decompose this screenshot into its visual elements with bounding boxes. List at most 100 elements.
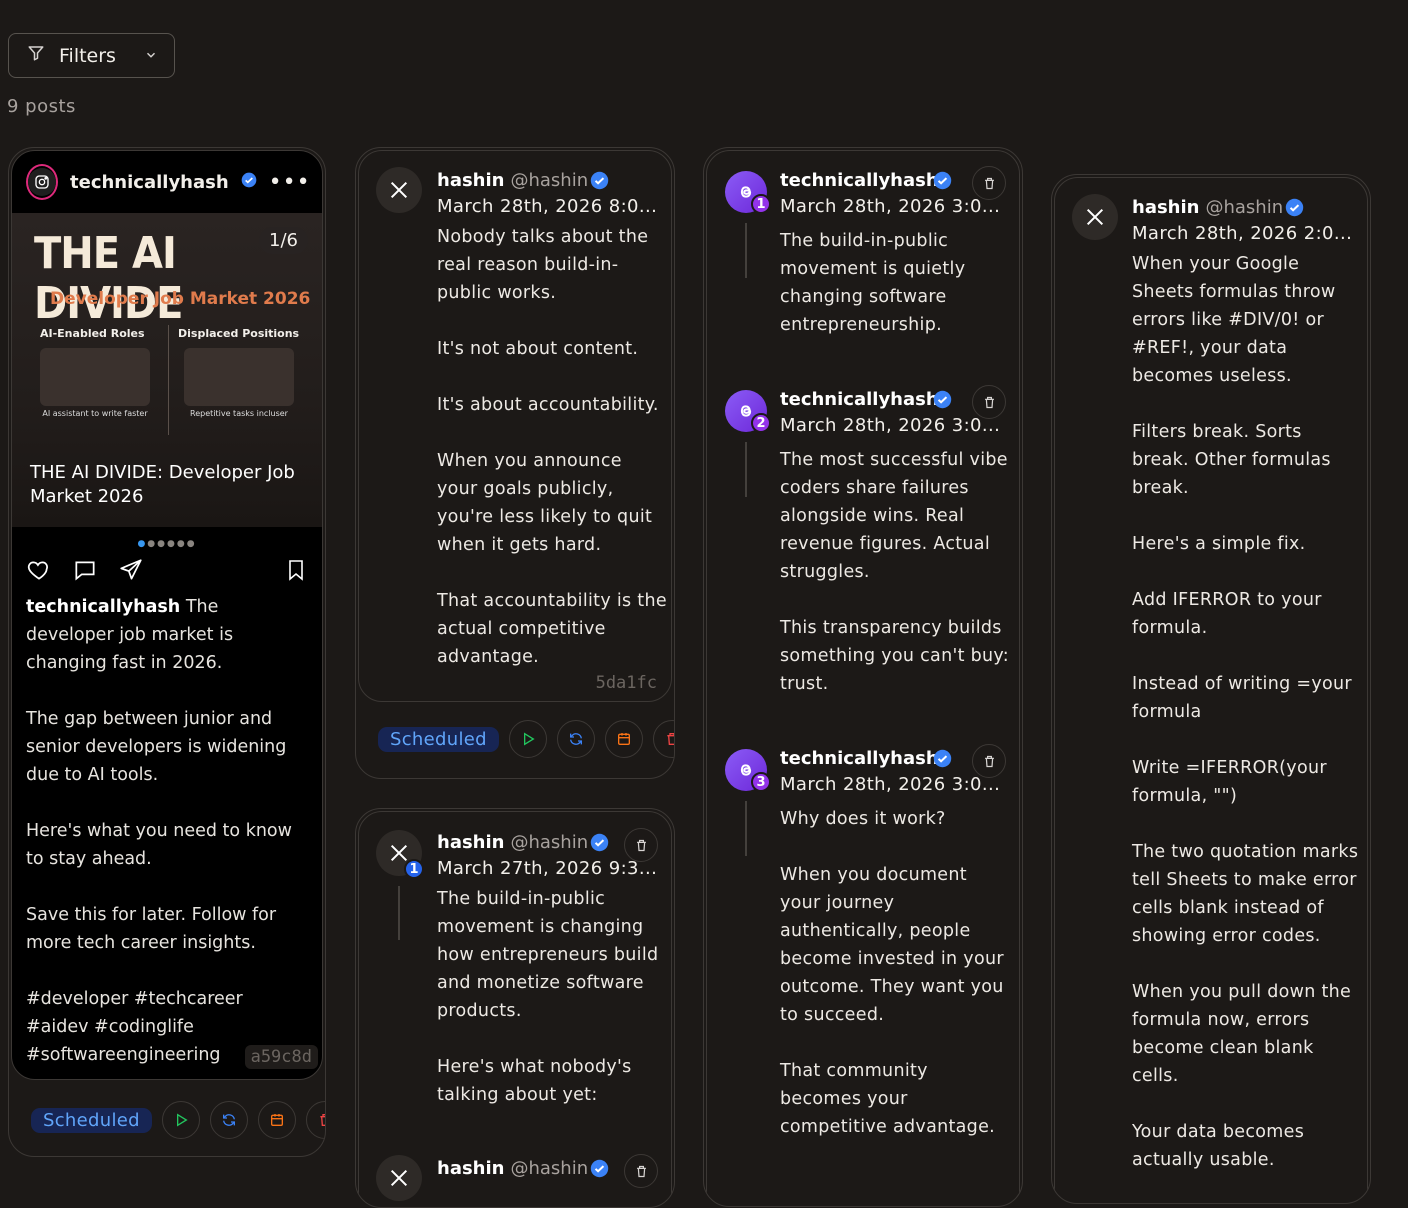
schedule-button[interactable]	[257, 1101, 296, 1139]
post-actions	[26, 556, 308, 588]
author-name: hashin @hashin	[437, 832, 588, 853]
post-id: a59c8d	[244, 1045, 318, 1069]
verified-icon	[1285, 198, 1304, 221]
verified-icon	[241, 172, 257, 192]
calendar-icon	[270, 1114, 283, 1126]
carousel-dots[interactable]: ●●●●●●	[12, 539, 322, 549]
author-name: technicallyhash	[780, 170, 939, 191]
x-preview: hashin @hashin March 28th, 2026 8:0... No…	[358, 150, 672, 702]
image-caption: Repetitive tasks incluser	[190, 409, 288, 418]
author-handle: @hashin	[510, 1158, 589, 1179]
x-logo-icon	[376, 1155, 422, 1201]
x-post-card[interactable]: hashin @hashin March 28th, 2026 8:0... No…	[355, 147, 675, 779]
author-name-text: hashin	[437, 1158, 505, 1179]
x-post-card[interactable]: hashin @hashin March 28th, 2026 2:0... Wh…	[1051, 174, 1371, 1204]
post-image[interactable]: THE AI DIVIDE Developer Job Market 2026 …	[12, 213, 322, 527]
chevron-down-icon	[144, 45, 158, 67]
publish-button[interactable]	[161, 1101, 200, 1139]
status-badge: Scheduled	[31, 1107, 152, 1133]
author-name: technicallyhash	[780, 389, 939, 410]
thread-number-badge: 3	[751, 772, 771, 792]
refresh-icon	[569, 733, 582, 745]
verified-icon	[590, 1159, 609, 1182]
delete-thread-item-button[interactable]	[624, 1154, 658, 1188]
threads-preview: 1 technicallyhash March 28th, 2026 3:0..…	[706, 150, 1020, 1206]
thread-line	[745, 801, 747, 856]
post-body: The build-in-public movement is changing…	[437, 889, 659, 1105]
verified-icon	[933, 749, 952, 772]
x-logo-icon	[1072, 194, 1118, 240]
play-icon	[523, 732, 535, 746]
delete-thread-item-button[interactable]	[972, 744, 1006, 778]
image-column-label: AI-Enabled Roles	[40, 327, 145, 340]
thread-number-badge: 1	[751, 194, 771, 214]
post-date: March 28th, 2026 3:0...	[780, 196, 1001, 217]
publish-button[interactable]	[508, 720, 547, 758]
post-caption: technicallyhash The developer job market…	[26, 593, 310, 1069]
caption-username: technicallyhash	[26, 597, 181, 617]
share-icon[interactable]	[118, 557, 144, 587]
thread-number-badge: 1	[404, 859, 424, 879]
delete-thread-item-button[interactable]	[972, 166, 1006, 200]
image-caption: AI assistant to write faster	[42, 409, 148, 418]
image-subtitle: Developer Job Market 2026	[50, 289, 311, 309]
delete-thread-item-button[interactable]	[624, 828, 658, 862]
regenerate-button[interactable]	[209, 1101, 248, 1139]
x-thread-card[interactable]: 1 hashin @hashin March 27th, 2026 9:3... …	[355, 808, 675, 1208]
play-icon	[176, 1113, 188, 1127]
author-name: technicallyhash	[780, 748, 939, 769]
delete-button[interactable]	[305, 1101, 325, 1139]
regenerate-button[interactable]	[556, 720, 595, 758]
author-name-text: hashin	[437, 832, 505, 853]
trash-icon	[984, 755, 994, 767]
comment-icon[interactable]	[72, 557, 98, 587]
author-name-text: hashin	[437, 170, 505, 191]
post-body: Nobody talks about the real reason build…	[437, 227, 667, 667]
threads-post-card[interactable]: 1 technicallyhash March 28th, 2026 3:0..…	[703, 147, 1023, 1207]
post-body: The build-in-public movement is quietly …	[780, 231, 972, 335]
instagram-header: technicallyhash •••	[12, 151, 322, 213]
caption-text: The developer job market is changing fas…	[26, 597, 292, 1065]
verified-icon	[933, 390, 952, 413]
thread-number-badge: 2	[751, 413, 771, 433]
post-toolbar: Scheduled	[378, 720, 674, 758]
posts-count: 9 posts	[7, 96, 76, 117]
filter-icon	[27, 44, 45, 67]
thread-line	[745, 442, 747, 497]
more-options-icon[interactable]: •••	[269, 170, 311, 195]
author-name: hashin @hashin	[437, 170, 588, 191]
verified-icon	[933, 171, 952, 194]
post-date: March 28th, 2026 3:0...	[780, 774, 1001, 795]
filters-button[interactable]: Filters	[8, 33, 175, 78]
author-handle: @hashin	[1205, 197, 1284, 218]
username[interactable]: technicallyhash	[70, 172, 229, 193]
image-divider	[168, 325, 169, 435]
schedule-button[interactable]	[604, 720, 643, 758]
illustration-developer	[40, 348, 150, 406]
author-handle: @hashin	[510, 832, 589, 853]
instagram-post-card[interactable]: technicallyhash ••• THE AI DIVIDE Develo…	[8, 147, 326, 1157]
instagram-icon	[28, 168, 56, 196]
x-preview: hashin @hashin March 28th, 2026 2:0... Wh…	[1054, 177, 1368, 1203]
x-thread-preview: 1 hashin @hashin March 27th, 2026 9:3... …	[358, 811, 672, 1207]
trash-icon	[636, 839, 646, 851]
trash-icon	[320, 1114, 325, 1126]
bookmark-icon[interactable]	[284, 558, 308, 586]
delete-thread-item-button[interactable]	[972, 385, 1006, 419]
image-overlay-text: THE AI DIVIDE: Developer Job Market 2026	[30, 462, 295, 507]
heart-icon[interactable]	[26, 557, 52, 587]
verified-icon	[590, 833, 609, 856]
author-name: hashin @hashin	[1132, 197, 1283, 218]
instagram-preview: technicallyhash ••• THE AI DIVIDE Develo…	[11, 150, 323, 1080]
avatar	[26, 164, 58, 200]
author-name: hashin @hashin	[437, 1158, 588, 1179]
post-date: March 28th, 2026 8:0...	[437, 196, 658, 217]
verified-icon	[590, 171, 609, 194]
filters-label: Filters	[59, 44, 116, 67]
image-column-label: Displaced Positions	[178, 327, 300, 340]
calendar-icon	[617, 733, 630, 745]
thread-line	[398, 886, 400, 940]
post-date: March 28th, 2026 3:0...	[780, 415, 1001, 436]
trash-icon	[984, 177, 994, 189]
delete-button[interactable]	[652, 720, 674, 758]
